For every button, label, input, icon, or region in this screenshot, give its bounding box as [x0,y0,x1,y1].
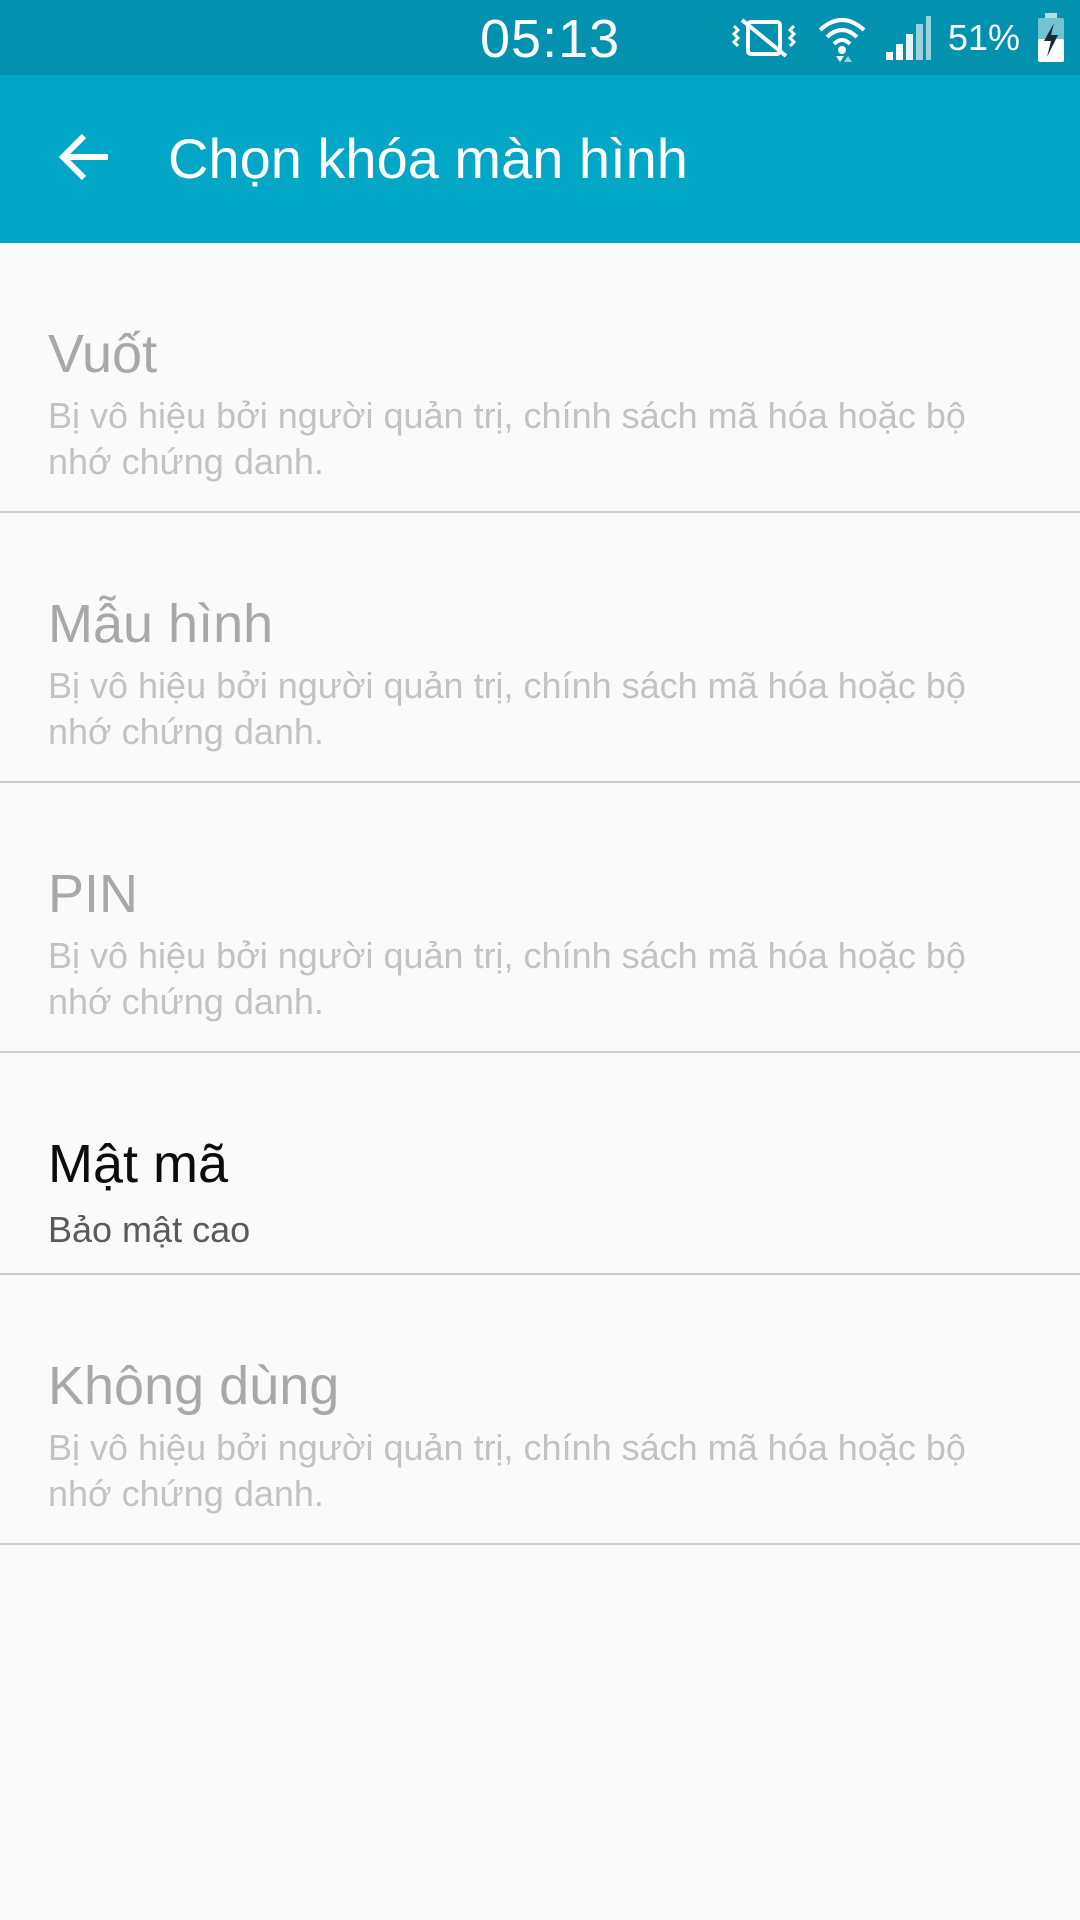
option-subtitle: Bị vô hiệu bởi người quản trị, chính sác… [48,935,966,1022]
option-pattern: Mẫu hình Bị vô hiệu bởi người quản trị, … [0,513,1080,783]
lock-options-list: Vuốt Bị vô hiệu bởi người quản trị, chín… [0,243,1080,1545]
option-subtitle: Bị vô hiệu bởi người quản trị, chính sác… [48,395,966,482]
option-subtitle: Bảo mật cao [48,1209,251,1250]
option-swipe: Vuốt Bị vô hiệu bởi người quản trị, chín… [0,243,1080,513]
option-pin: PIN Bị vô hiệu bởi người quản trị, chính… [0,783,1080,1053]
option-none: Không dùng Bị vô hiệu bởi người quản trị… [0,1275,1080,1545]
signal-icon [884,14,932,62]
option-subtitle: Bị vô hiệu bởi người quản trị, chính sác… [48,665,966,752]
status-icons: 51% [728,8,1066,68]
option-title: Không dùng [48,1356,340,1416]
vibrate-mute-icon [728,14,800,62]
page-title: Chọn khóa màn hình [168,127,688,190]
battery-charging-icon [1036,13,1066,63]
option-subtitle: Bị vô hiệu bởi người quản trị, chính sác… [48,1427,966,1514]
app-bar: Chọn khóa màn hình [0,75,1080,243]
option-title: Mật mã [48,1134,229,1194]
option-title: PIN [48,864,139,924]
status-time: 05:13 [480,9,621,69]
battery-percent: 51% [947,17,1020,58]
option-password[interactable]: Mật mã Bảo mật cao [0,1053,1080,1275]
option-title: Vuốt [48,324,158,384]
status-bar: 05:13 51% [0,0,1080,75]
option-title: Mẫu hình [48,594,274,654]
wifi-icon [816,12,868,64]
arrow-left-icon [58,132,112,187]
back-button[interactable] [40,119,130,199]
